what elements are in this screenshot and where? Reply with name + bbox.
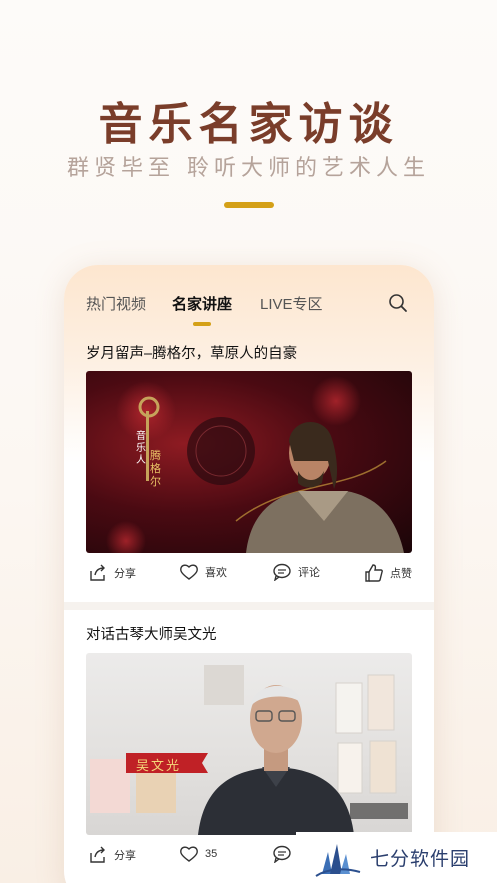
post-title[interactable]: 岁月留声–腾格尔，草原人的自豪 [86,342,297,363]
video-thumbnail[interactable]: 吴文光 [86,653,412,835]
like-button[interactable]: 35 [179,845,217,863]
hero-subtitle: 群贤毕至 聆听大师的艺术人生 [67,156,430,181]
heart-icon [180,846,198,862]
share-button[interactable]: 分享 [88,845,136,865]
search-icon [389,294,407,312]
share-label: 分享 [114,850,136,862]
tab-hot-videos[interactable]: 热门视频 [86,293,146,314]
like-button[interactable]: 喜欢 [179,563,227,581]
post-actions: 分享 喜欢 评论 点赞 [86,563,412,587]
name-banner: 吴文光 [136,759,182,774]
hero-title: 音乐名家访谈 [98,99,399,150]
like-label: 喜欢 [205,567,227,579]
like-count: 35 [205,848,218,860]
comment-label: 评论 [298,567,320,579]
overlay-caption-2: 腾 格 尔 [150,449,161,488]
share-icon [90,564,105,581]
hero-accent-bar [224,202,274,208]
post-title[interactable]: 对话古琴大师吴文光 [86,623,217,644]
tab-live-zone[interactable]: LIVE专区 [260,293,323,314]
site-watermark: 七分软件园 [296,832,497,883]
comment-icon [273,563,291,581]
thumbs-up-icon [365,564,383,582]
phone-frame: 热门视频 名家讲座 LIVE专区 岁月留声–腾格尔，草原人的自豪 音 乐 人 腾… [64,265,434,883]
video-still-tenger [106,376,404,553]
search-button[interactable] [388,293,410,315]
tab-bar: 热门视频 名家讲座 LIVE专区 [64,293,434,327]
video-still-wu-wenguang [90,665,408,835]
comment-button[interactable]: 评论 [272,563,320,581]
heart-icon [180,564,198,580]
thumbs-up-label: 点赞 [390,568,412,580]
comment-icon [273,845,291,863]
thumbs-up-button[interactable]: 点赞 [364,563,412,583]
share-label: 分享 [114,568,136,580]
watermark-logo-icon [315,843,361,877]
tab-master-lectures[interactable]: 名家讲座 [172,293,232,314]
comment-button[interactable] [272,845,292,863]
watermark-text: 七分软件园 [370,849,471,870]
active-tab-indicator [193,322,211,326]
share-icon [90,846,105,863]
share-button[interactable]: 分享 [88,563,136,583]
overlay-caption-1: 音 乐 人 [136,431,146,466]
post-divider [64,602,434,610]
video-thumbnail[interactable]: 音 乐 人 腾 格 尔 [86,371,412,553]
